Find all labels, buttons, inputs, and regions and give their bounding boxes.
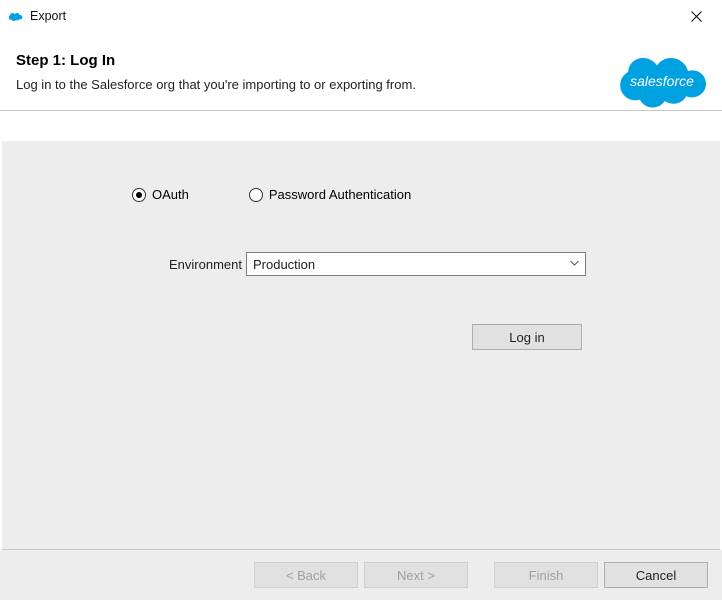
salesforce-cloud-icon bbox=[8, 10, 24, 22]
finish-button[interactable]: Finish bbox=[494, 562, 598, 588]
password-auth-label: Password Authentication bbox=[269, 187, 411, 202]
environment-value: Production bbox=[253, 257, 315, 272]
close-icon bbox=[691, 11, 702, 22]
wizard-footer: < Back Next > Finish Cancel bbox=[0, 550, 722, 600]
wizard-header: Step 1: Log In Log in to the Salesforce … bbox=[0, 32, 722, 111]
svg-text:salesforce: salesforce bbox=[630, 73, 694, 89]
password-auth-radio[interactable]: Password Authentication bbox=[249, 187, 411, 202]
window-title: Export bbox=[30, 9, 678, 23]
chevron-down-icon bbox=[570, 259, 579, 270]
radio-unselected-icon bbox=[249, 188, 263, 202]
environment-row: Environment Production bbox=[169, 252, 720, 276]
environment-select[interactable]: Production bbox=[246, 252, 586, 276]
close-button[interactable] bbox=[678, 4, 714, 28]
titlebar: Export bbox=[0, 0, 722, 32]
oauth-radio[interactable]: OAuth bbox=[132, 187, 189, 202]
back-button[interactable]: < Back bbox=[254, 562, 358, 588]
main-content: OAuth Password Authentication Environmen… bbox=[2, 141, 720, 550]
auth-method-group: OAuth Password Authentication bbox=[132, 187, 720, 202]
step-title: Step 1: Log In bbox=[16, 52, 706, 69]
cancel-button[interactable]: Cancel bbox=[604, 562, 708, 588]
radio-selected-icon bbox=[132, 188, 146, 202]
salesforce-logo: salesforce bbox=[616, 46, 708, 113]
oauth-label: OAuth bbox=[152, 187, 189, 202]
login-button[interactable]: Log in bbox=[472, 324, 582, 350]
environment-label: Environment bbox=[169, 257, 242, 272]
step-description: Log in to the Salesforce org that you're… bbox=[16, 77, 706, 92]
login-row: Log in bbox=[472, 324, 720, 350]
next-button[interactable]: Next > bbox=[364, 562, 468, 588]
